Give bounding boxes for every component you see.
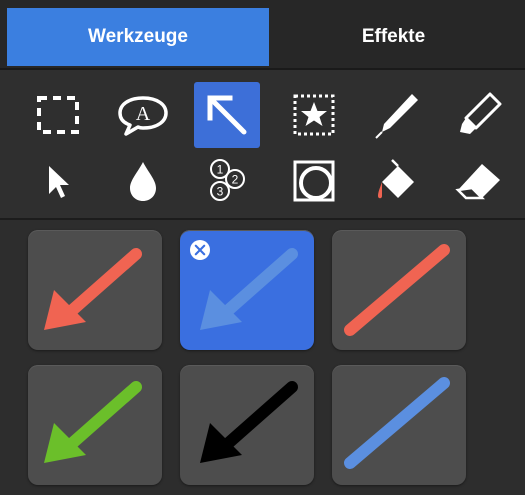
numbered-steps-icon: 1 2 3 [210,159,245,201]
preset-blue-line[interactable] [332,365,466,485]
tool-grid: A 1 2 3 [0,70,525,220]
magnifier-shape-icon [293,160,335,202]
highlighter-icon [460,92,502,134]
step-number-1: 1 [217,163,224,177]
stamp-icon [293,94,335,136]
bubble-letter: A [136,103,151,125]
close-icon [194,244,206,256]
red-arrow-icon [44,248,142,330]
fill-tool[interactable] [364,148,430,214]
red-line-icon [344,244,450,336]
tab-effekte[interactable]: Effekte [269,8,518,66]
step-number-2: 2 [232,173,239,187]
preset-green-arrow[interactable] [28,365,162,485]
pen-icon [375,94,418,139]
pointer-icon [49,166,69,198]
marquee-select-icon [37,96,79,134]
preset-blue-arrow[interactable] [180,230,314,350]
eraser-icon [455,164,500,200]
preset-red-arrow[interactable] [28,230,162,350]
style-presets [0,220,525,495]
black-arrow-icon [200,381,298,463]
blur-tool[interactable] [110,148,176,214]
blue-line-icon [344,377,450,469]
stamp-tool[interactable] [281,82,347,148]
preset-red-line[interactable] [332,230,466,350]
remove-preset-button[interactable] [190,240,210,260]
step-number-3: 3 [217,185,224,199]
tab-werkzeuge[interactable]: Werkzeuge [7,8,269,66]
text-bubble-tool[interactable]: A [110,82,176,148]
steps-tool[interactable]: 1 2 3 [194,148,260,214]
green-arrow-icon [44,381,142,463]
tab-bar: Werkzeuge Effekte [0,0,525,70]
preset-black-arrow[interactable] [180,365,314,485]
paint-bucket-icon [378,159,414,199]
pen-tool[interactable] [364,82,430,148]
marquee-select-tool[interactable] [25,82,91,148]
pointer-tool[interactable] [25,148,91,214]
arrow-tool[interactable] [194,82,260,148]
highlighter-tool[interactable] [446,82,512,148]
eraser-tool[interactable] [446,148,512,214]
blur-drop-icon [130,162,156,201]
magnifier-shape-tool[interactable] [281,148,347,214]
speech-bubble-text-icon: A [118,96,168,136]
arrow-tool-icon [207,95,247,135]
tool-panel: Werkzeuge Effekte A 1 2 3 [0,0,525,495]
